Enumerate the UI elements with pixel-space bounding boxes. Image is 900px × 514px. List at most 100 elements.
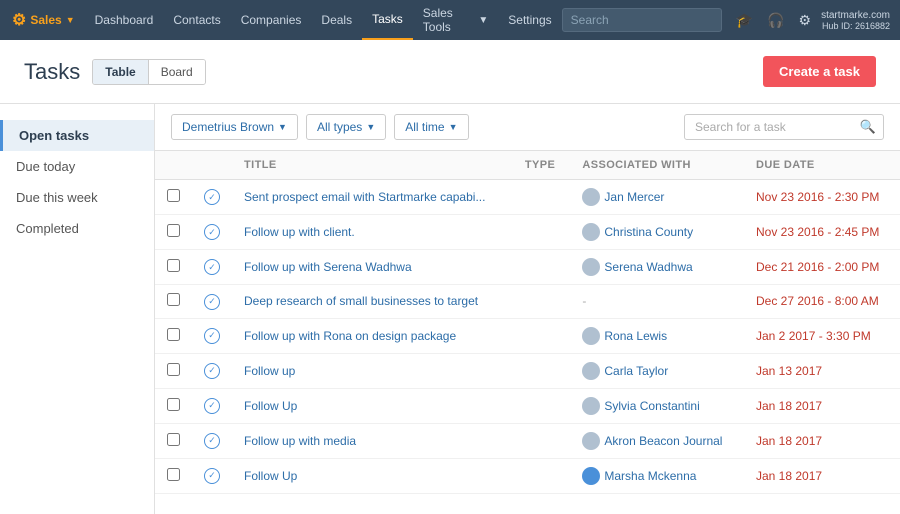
task-title-link[interactable]: Follow Up: [244, 399, 297, 413]
row-checkbox-cell: [155, 180, 192, 215]
col-title: TITLE: [232, 151, 513, 180]
row-associated-cell: Christina County: [570, 215, 744, 250]
nav-item-sales-tools[interactable]: Sales Tools ▼: [413, 0, 499, 40]
check-circle-icon[interactable]: ✓: [204, 259, 220, 275]
row-checkbox[interactable]: [167, 433, 180, 446]
check-circle-icon[interactable]: ✓: [204, 328, 220, 344]
task-table-scroll[interactable]: TITLE TYPE ASSOCIATED WITH DUE DATE ✓Sen…: [155, 151, 900, 514]
associated-link[interactable]: Carla Taylor: [582, 362, 732, 380]
due-date-label: Nov 23 2016 - 2:45 PM: [756, 225, 879, 239]
check-circle-icon[interactable]: ✓: [204, 433, 220, 449]
associated-link[interactable]: Serena Wadhwa: [582, 258, 732, 276]
task-title-link[interactable]: Follow up with media: [244, 434, 356, 448]
table-row: ✓ Follow up with client. Christina County N…: [155, 215, 900, 250]
task-title-link[interactable]: Sent prospect email with Startmarke capa…: [244, 190, 485, 204]
associated-name: Rona Lewis: [604, 329, 667, 343]
task-title-link[interactable]: Follow up: [244, 364, 295, 378]
check-circle-icon[interactable]: ✓: [204, 398, 220, 414]
row-checkbox[interactable]: [167, 293, 180, 306]
col-checkbox: [155, 151, 192, 180]
table-row: ✓ Follow up with media Akron Beacon Journa…: [155, 423, 900, 458]
task-title-link[interactable]: Follow up with Rona on design package: [244, 329, 456, 343]
associated-link[interactable]: Akron Beacon Journal: [582, 432, 732, 450]
row-check-circle-cell: ✓: [192, 388, 232, 423]
nav-account[interactable]: startmarke.com Hub ID: 2616882: [821, 10, 890, 31]
associated-link[interactable]: Jan Mercer: [582, 188, 732, 206]
row-check-circle-cell: ✓: [192, 423, 232, 458]
check-circle-icon[interactable]: ✓: [204, 294, 220, 310]
task-title-link[interactable]: Deep research of small businesses to tar…: [244, 294, 478, 308]
row-checkbox[interactable]: [167, 328, 180, 341]
row-due-date-cell: Dec 21 2016 - 2:00 PM: [744, 250, 900, 285]
row-checkbox[interactable]: [167, 468, 180, 481]
associated-link[interactable]: Sylvia Constantini: [582, 397, 732, 415]
nav-brand[interactable]: ⚙ Sales ▼: [10, 10, 85, 30]
hubspot-icon: ⚙: [12, 10, 26, 30]
settings-icon[interactable]: ⚙: [795, 8, 816, 33]
associated-name: Akron Beacon Journal: [604, 434, 722, 448]
nav-item-companies[interactable]: Companies: [231, 0, 312, 40]
check-circle-icon[interactable]: ✓: [204, 363, 220, 379]
associated-link[interactable]: Marsha Mckenna: [582, 467, 732, 485]
row-associated-cell: -: [570, 285, 744, 319]
task-title-link[interactable]: Follow up with client.: [244, 225, 355, 239]
board-view-btn[interactable]: Board: [149, 60, 205, 84]
nav-item-deals[interactable]: Deals: [311, 0, 362, 40]
check-circle-icon[interactable]: ✓: [204, 224, 220, 240]
row-check-circle-cell: ✓: [192, 215, 232, 250]
row-type-cell: [513, 215, 571, 250]
due-date-label: Jan 18 2017: [756, 434, 822, 448]
sidebar-item-due-this-week[interactable]: Due this week: [0, 182, 154, 213]
col-check-icon: [192, 151, 232, 180]
associated-link[interactable]: Rona Lewis: [582, 327, 732, 345]
row-title-cell: Sent prospect email with Startmarke capa…: [232, 180, 513, 215]
row-type-cell: [513, 458, 571, 493]
owner-filter[interactable]: Demetrius Brown ▼: [171, 114, 298, 140]
create-task-button[interactable]: Create a task: [763, 56, 876, 87]
row-checkbox-cell: [155, 285, 192, 319]
account-name: startmarke.com: [821, 10, 890, 21]
sidebar-item-open-tasks[interactable]: Open tasks: [0, 120, 154, 151]
sidebar: Open tasks Due today Due this week Compl…: [0, 104, 155, 514]
headset-icon[interactable]: 🎧: [763, 8, 788, 33]
row-checkbox[interactable]: [167, 224, 180, 237]
check-circle-icon[interactable]: ✓: [204, 189, 220, 205]
time-filter[interactable]: All time ▼: [394, 114, 468, 140]
row-type-cell: [513, 250, 571, 285]
table-view-btn[interactable]: Table: [93, 60, 148, 84]
view-toggle: Table Board: [92, 59, 205, 85]
associated-name: Carla Taylor: [604, 364, 668, 378]
nav-item-tasks[interactable]: Tasks: [362, 0, 413, 40]
task-search-input[interactable]: [684, 114, 884, 140]
sidebar-item-completed[interactable]: Completed: [0, 213, 154, 244]
row-associated-cell: Serena Wadhwa: [570, 250, 744, 285]
task-title-link[interactable]: Follow up with Serena Wadhwa: [244, 260, 412, 274]
task-table: TITLE TYPE ASSOCIATED WITH DUE DATE ✓Sen…: [155, 151, 900, 494]
graduation-icon[interactable]: 🎓: [732, 8, 757, 33]
nav-search-input[interactable]: [562, 8, 722, 32]
due-date-label: Jan 13 2017: [756, 364, 822, 378]
nav-item-dashboard[interactable]: Dashboard: [85, 0, 164, 40]
row-due-date-cell: Jan 18 2017: [744, 423, 900, 458]
row-check-circle-cell: ✓: [192, 458, 232, 493]
row-title-cell: Follow up with Rona on design package: [232, 318, 513, 353]
row-checkbox[interactable]: [167, 189, 180, 202]
table-row: ✓Follow UpSylvia ConstantiniJan 18 2017: [155, 388, 900, 423]
sidebar-item-due-today[interactable]: Due today: [0, 151, 154, 182]
row-associated-cell: Jan Mercer: [570, 180, 744, 215]
associated-name: Christina County: [604, 225, 693, 239]
row-check-circle-cell: ✓: [192, 285, 232, 319]
row-checkbox[interactable]: [167, 363, 180, 376]
nav-item-contacts[interactable]: Contacts: [163, 0, 230, 40]
col-associated: ASSOCIATED WITH: [570, 151, 744, 180]
avatar: [582, 258, 600, 276]
type-filter[interactable]: All types ▼: [306, 114, 386, 140]
associated-link[interactable]: Christina County: [582, 223, 732, 241]
row-checkbox[interactable]: [167, 259, 180, 272]
nav-item-settings[interactable]: Settings: [498, 0, 561, 40]
col-due-date: DUE DATE: [744, 151, 900, 180]
task-title-link[interactable]: Follow Up: [244, 469, 297, 483]
check-circle-icon[interactable]: ✓: [204, 468, 220, 484]
row-checkbox[interactable]: [167, 398, 180, 411]
due-date-label: Jan 2 2017 - 3:30 PM: [756, 329, 871, 343]
